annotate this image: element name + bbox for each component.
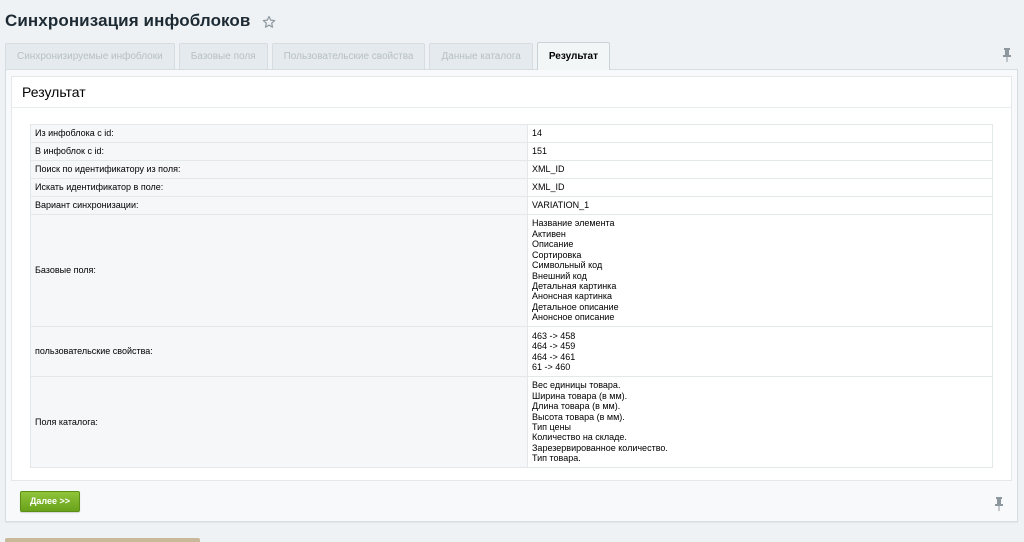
form-footer: Далее >> (20, 491, 81, 512)
value-line: Анонсная картинка (532, 291, 613, 302)
page-header: Синхронизация инфоблоков (5, 8, 276, 34)
pin-icon[interactable] (1002, 48, 1012, 62)
value-line: Длина товара (в мм). (532, 401, 621, 412)
value-line: Количество на складе. (532, 432, 627, 443)
value-line: Активен (532, 228, 566, 239)
value-line: XML_ID (532, 164, 565, 175)
row-value: XML_ID (527, 160, 993, 179)
row-label: Из инфоблока с id: (30, 124, 528, 143)
tab-label: Результат (548, 51, 598, 62)
row-label: Искать идентификатор в поле: (30, 178, 528, 197)
value-line: XML_ID (532, 182, 565, 193)
value-line: Детальное описание (532, 301, 619, 312)
value-line: 151 (532, 146, 548, 157)
result-panel: Результат Из инфоблока с id: 14 В инфоблок… (5, 69, 1018, 522)
value-line: Тип товара. (532, 453, 581, 464)
value-line: Детальная картинка (532, 280, 617, 291)
value-line: 464 -> 461 (532, 351, 576, 362)
result-section: Результат Из инфоблока с id: 14 В инфоблок… (11, 76, 1012, 481)
tab-user-properties[interactable]: Пользовательские свойства (271, 43, 426, 69)
row-value: Вес единицы товара. Ширина товара (в мм).… (527, 376, 993, 468)
table-row: Поля каталога: Вес единицы товара. Ширина … (30, 376, 993, 468)
scroll-indicator (5, 538, 200, 542)
value-line: Символьный код (532, 260, 603, 271)
value-line: 61 -> 460 (532, 361, 571, 372)
tab-label: Пользовательские свойства (283, 51, 414, 62)
row-label: Базовые поля: (30, 214, 528, 327)
value-line: Описание (532, 239, 574, 250)
row-value: 463 -> 458 464 -> 459 464 -> 461 61 -> 460 (527, 326, 993, 377)
value-line: Высота товара (в мм). (532, 411, 625, 422)
value-line: 14 (532, 128, 543, 139)
row-label: Поиск по идентификатору из поля: (30, 160, 528, 179)
tab-result[interactable]: Результат (536, 42, 610, 70)
divider (12, 107, 1011, 108)
value-line: 464 -> 459 (532, 341, 576, 352)
row-value: XML_ID (527, 178, 993, 197)
pin-icon[interactable] (994, 497, 1004, 511)
value-line: Внешний код (532, 270, 587, 281)
tab-synced-iblocks[interactable]: Синхронизируемые инфоблоки (5, 43, 175, 69)
star-icon[interactable] (262, 15, 276, 29)
row-value: Название элемента Активен Описание Сортиров… (527, 214, 993, 327)
value-line: Название элемента (532, 218, 615, 229)
value-line: Сортировка (532, 249, 582, 260)
table-row: Вариант синхронизации: VARIATION_1 (30, 196, 993, 215)
row-value: VARIATION_1 (527, 196, 993, 215)
value-line: Зарезервированное количество. (532, 442, 668, 453)
page-title: Синхронизация инфоблоков (5, 11, 251, 30)
row-label: Вариант синхронизации: (30, 196, 528, 215)
row-label: Поля каталога: (30, 376, 528, 468)
tab-catalog-data[interactable]: Данные каталога (429, 43, 533, 69)
result-table: Из инфоблока с id: 14 В инфоблок с id: 151 П… (30, 124, 993, 468)
tab-label: Базовые поля (190, 51, 256, 62)
tab-bar: Синхронизируемые инфоблоки Базовые поля … (5, 42, 614, 70)
value-line: Вес единицы товара. (532, 380, 621, 391)
table-row: В инфоблок с id: 151 (30, 142, 993, 161)
value-line: Тип цены (532, 422, 572, 432)
value-line: 463 -> 458 (532, 330, 576, 341)
next-button[interactable]: Далее >> (20, 491, 81, 512)
table-row: Поиск по идентификатору из поля: XML_ID (30, 160, 993, 179)
tab-base-fields[interactable]: Базовые поля (178, 43, 268, 69)
row-value: 151 (527, 142, 993, 161)
section-title: Результат (22, 84, 86, 100)
tab-label: Данные каталога (441, 51, 521, 62)
table-row: пользовательские свойства: 463 -> 458 464 … (30, 326, 993, 377)
table-row: Искать идентификатор в поле: XML_ID (30, 178, 993, 197)
row-label: В инфоблок с id: (30, 142, 528, 161)
value-line: VARIATION_1 (532, 200, 590, 211)
table-row: Из инфоблока с id: 14 (30, 124, 993, 143)
row-label: пользовательские свойства: (30, 326, 528, 377)
table-row: Базовые поля: Название элемента Активен Опи… (30, 214, 993, 327)
tab-label: Синхронизируемые инфоблоки (17, 51, 163, 62)
row-value: 14 (527, 124, 993, 143)
value-line: Анонсное описание (532, 312, 615, 323)
value-line: Ширина товара (в мм). (532, 390, 628, 401)
